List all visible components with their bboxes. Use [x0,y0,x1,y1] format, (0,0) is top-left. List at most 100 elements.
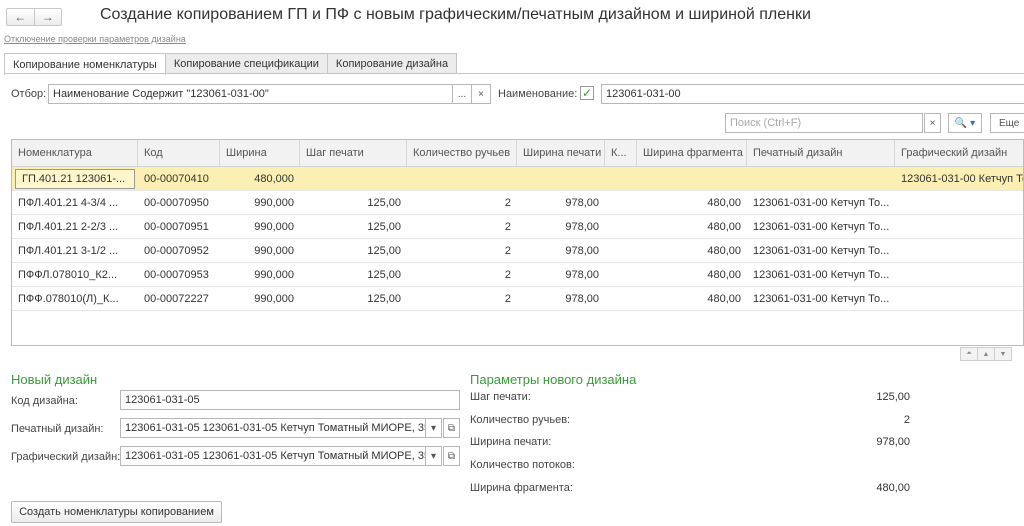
navigation-buttons: ← → [6,8,62,26]
cell-code: 00-00072227 [144,292,209,305]
col-print-design[interactable]: Печатный дизайн [747,140,895,166]
name-filter-input[interactable]: 123061-031-00 [601,84,1024,104]
cell-graphic-design [895,263,1023,286]
cell-print-design: 123061-031-00 Кетчуп То... [753,220,890,233]
cell-width: 990,000 [254,220,294,233]
print-design-label: Печатный дизайн: [11,423,104,435]
col-print-width[interactable]: Ширина печати [517,140,605,166]
cell-print-step: 125,00 [367,196,401,209]
tab-copy-design[interactable]: Копирование дизайна [326,53,458,74]
cell-nomenclature[interactable]: ГП.401.21 123061-... [15,169,135,189]
tab-copy-specification[interactable]: Копирование спецификации [164,53,328,74]
param-streams-label: Количество ручьев: [470,414,571,426]
cell-graphic-design [895,239,1023,262]
graphic-design-open-icon[interactable]: ⧉ [443,446,460,466]
params-heading: Параметры нового дизайна [470,372,637,387]
cell-print-width: 978,00 [565,220,599,233]
table-row[interactable]: ПФЛ.401.21 2-2/3 ... 00-00070951 990,000… [12,215,1023,239]
create-copies-button[interactable]: Создать номенклатуры копированием [11,501,222,523]
filter-input[interactable]: Наименование Содержит "123061-031-00" [48,84,453,104]
disable-check-link[interactable]: Отключение проверки параметров дизайна [4,34,186,44]
table-header: Номенклатура Код Ширина Шаг печати Колич… [12,140,1023,167]
graphic-design-dropdown-icon[interactable]: ▾ [425,446,442,466]
scroll-up-icon[interactable]: ▲ [977,347,995,361]
col-fragment-width[interactable]: Ширина фрагмента [637,140,747,166]
col-k[interactable]: К... [605,140,637,166]
cell-k [605,167,637,190]
graphic-design-label: Графический дизайн: [11,451,121,463]
cell-nomenclature: ПФЛ.401.21 3-1/2 ... [18,244,119,257]
print-design-input[interactable]: 123061-031-05 123061-031-05 Кетчуп Томат… [120,418,426,438]
cell-streams: 2 [504,292,511,305]
name-filter-checkbox[interactable]: ✓ [580,86,594,100]
col-code[interactable]: Код [138,140,220,166]
cell-print-width: 978,00 [565,268,599,281]
cell-print-width: 978,00 [565,244,599,257]
param-flows-label: Количество потоков: [470,459,575,471]
cell-width: 480,000 [254,172,294,185]
cell-print-design [747,167,895,190]
cell-nomenclature: ПФФЛ.078010_К2... [18,268,118,281]
cell-fragment-width: 480,00 [707,268,741,281]
back-arrow-icon[interactable]: ← [7,9,35,25]
search-icon[interactable]: 🔍 ▾ [948,113,982,133]
cell-fragment-width: 480,00 [707,292,741,305]
design-code-label: Код дизайна: [11,395,78,407]
cell-code: 00-00070951 [144,220,209,233]
col-width[interactable]: Ширина [220,140,300,166]
search-input[interactable]: Поиск (Ctrl+F) [725,113,923,133]
cell-code: 00-00070953 [144,268,209,281]
table-row[interactable]: ПФЛ.401.21 4-3/4 ... 00-00070950 990,000… [12,191,1023,215]
cell-print-width: 978,00 [565,292,599,305]
table-row[interactable]: ПФФЛ.078010_К2... 00-00070953 990,000 12… [12,263,1023,287]
filter-select-button[interactable]: ... [452,84,472,104]
cell-streams [407,167,517,190]
print-design-open-icon[interactable]: ⧉ [443,418,460,438]
param-fragment-width-value: 480,00 [876,482,910,494]
col-streams[interactable]: Количество ручьев [407,140,517,166]
search-clear-icon[interactable]: × [924,113,941,133]
param-print-step-value: 125,00 [876,391,910,403]
cell-k [605,263,637,286]
scroll-down-icon[interactable]: ▼ [994,347,1012,361]
cell-nomenclature: ПФЛ.401.21 4-3/4 ... [18,196,119,209]
cell-streams: 2 [504,244,511,257]
cell-streams: 2 [504,268,511,281]
table-row[interactable]: ПФФ.078010(Л)_К... 00-00072227 990,000 1… [12,287,1023,311]
table-row[interactable]: ПФЛ.401.21 3-1/2 ... 00-00070952 990,000… [12,239,1023,263]
tab-copy-nomenclature[interactable]: Копирование номенклатуры [4,53,166,75]
cell-k [605,287,637,310]
col-print-step[interactable]: Шаг печати [300,140,407,166]
table-row[interactable]: ГП.401.21 123061-... 00-00070410 480,000… [12,167,1024,191]
param-print-step-label: Шаг печати: [470,391,531,403]
cell-k [605,215,637,238]
param-print-width-label: Ширина печати: [470,436,552,448]
cell-print-width [517,167,605,190]
table-scroll-buttons: ⏶ ▲ ▼ [960,347,1012,361]
cell-code: 00-00070410 [144,172,209,185]
col-graphic-design[interactable]: Графический дизайн [895,140,1023,166]
col-nomenclature[interactable]: Номенклатура [12,140,138,166]
design-code-input[interactable]: 123061-031-05 [120,390,460,410]
forward-arrow-icon[interactable]: → [35,9,62,25]
cell-code: 00-00070952 [144,244,209,257]
cell-print-design: 123061-031-00 Кетчуп То... [753,292,890,305]
cell-graphic-design [895,287,1023,310]
cell-width: 990,000 [254,196,294,209]
cell-print-width: 978,00 [565,196,599,209]
page-title: Создание копированием ГП и ПФ с новым гр… [100,6,811,23]
cell-graphic-design: 123061-031-00 Кетчуп То... [901,172,1024,185]
more-button[interactable]: Еще [990,113,1024,133]
cell-fragment-width: 480,00 [707,244,741,257]
filter-clear-icon[interactable]: × [471,84,491,104]
param-fragment-width-label: Ширина фрагмента: [470,482,573,494]
cell-graphic-design [895,191,1023,214]
scroll-top-icon[interactable]: ⏶ [960,347,978,361]
cell-k [605,191,637,214]
cell-print-design: 123061-031-00 Кетчуп То... [753,196,890,209]
print-design-dropdown-icon[interactable]: ▾ [425,418,442,438]
cell-nomenclature: ПФФ.078010(Л)_К... [18,292,119,305]
cell-fragment-width: 480,00 [707,220,741,233]
name-filter-label: Наименование: [498,88,578,100]
graphic-design-input[interactable]: 123061-031-05 123061-031-05 Кетчуп Томат… [120,446,426,466]
